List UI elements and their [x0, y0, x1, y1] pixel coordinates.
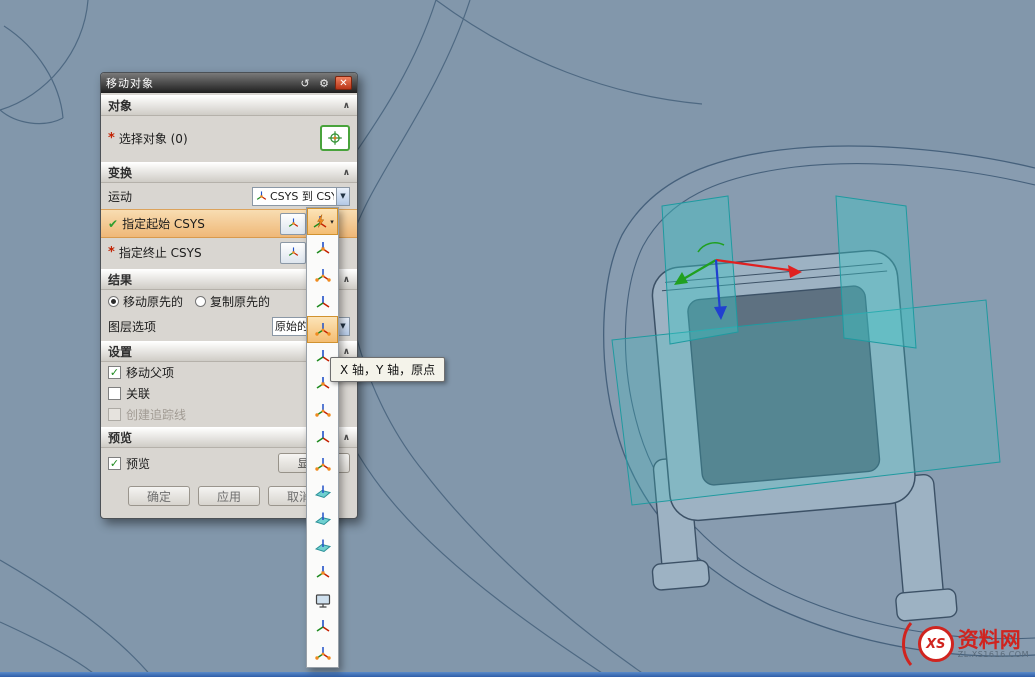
- chevron-up-icon: ∧: [343, 168, 350, 178]
- flyout-item-show-shortcuts[interactable]: [307, 640, 338, 667]
- checkbox-trace-line: [108, 408, 121, 421]
- csys-icon: [287, 246, 300, 259]
- motion-value: CSYS 到 CSY: [270, 188, 334, 204]
- z-axis-x-point-icon: [314, 402, 332, 420]
- three-planes-icon: [314, 537, 332, 555]
- required-asterisk: *: [108, 131, 115, 146]
- reset-icon[interactable]: ↺: [297, 76, 313, 90]
- x-axis-y-axis-icon: [314, 294, 332, 312]
- plane-x-axis-point-icon: [314, 510, 332, 528]
- layer-option-label: 图层选项: [108, 318, 156, 335]
- motion-combo[interactable]: CSYS 到 CSY ▼: [252, 187, 350, 206]
- watermark-logo: XS: [918, 626, 954, 662]
- flyout-item-current-view-csys[interactable]: [307, 586, 338, 613]
- section-header-object[interactable]: 对象 ∧: [101, 95, 357, 116]
- end-csys-dialog-button[interactable]: [280, 242, 306, 264]
- z-axis-y-axis-origin-icon: [314, 375, 332, 393]
- watermark: XS 资料网 ZL.XS1616.COM: [898, 621, 1029, 667]
- chevron-up-icon: ∧: [343, 433, 350, 443]
- flyout-item-three-planes[interactable]: [307, 532, 338, 559]
- trace-line-label: 创建追踪线: [126, 406, 186, 423]
- flyout-item-plane-and-vector[interactable]: [307, 478, 338, 505]
- section-object-label: 对象: [108, 97, 132, 114]
- apply-button[interactable]: 应用: [198, 486, 260, 506]
- motion-row: 运动 CSYS 到 CSY ▼: [101, 183, 357, 209]
- checkbox-preview[interactable]: ✓: [108, 457, 121, 470]
- section-header-transform[interactable]: 变换 ∧: [101, 162, 357, 183]
- flyout-item-offset-csys[interactable]: [307, 613, 338, 640]
- chevron-down-icon: ▾: [330, 218, 334, 226]
- flyout-item-dynamic[interactable]: ▾: [307, 208, 338, 235]
- show-shortcuts-icon: [314, 645, 332, 663]
- csys-to-csys-icon: [255, 190, 268, 203]
- chevron-up-icon: ∧: [343, 101, 350, 111]
- flyout-item-absolute-csys[interactable]: [307, 559, 338, 586]
- tooltip: X 轴，Y 轴，原点: [330, 357, 445, 382]
- select-object-label: 选择对象 (0): [119, 130, 188, 147]
- chevron-down-icon[interactable]: ▼: [336, 188, 349, 205]
- flyout-item-plane-x-axis-point[interactable]: [307, 505, 338, 532]
- plane-vector-icon: [314, 483, 332, 501]
- section-result-label: 结果: [108, 271, 132, 288]
- window-frame-bottom: [0, 672, 1035, 677]
- flyout-item-x-axis-y-axis-origin[interactable]: [307, 316, 338, 343]
- gear-icon[interactable]: ⚙: [316, 76, 332, 90]
- z-axis-x-axis-origin-icon: [314, 348, 332, 366]
- start-csys-dialog-button[interactable]: [280, 213, 306, 235]
- flyout-item-origin-x-point-y-point[interactable]: [307, 262, 338, 289]
- select-object-row: * 选择对象 (0): [101, 116, 357, 160]
- close-button[interactable]: ✕: [335, 76, 352, 90]
- offset-csys-icon: [314, 618, 332, 636]
- section-settings-label: 设置: [108, 343, 132, 360]
- checkbox-associative[interactable]: [108, 387, 121, 400]
- csys-type-flyout: ▾: [306, 207, 339, 668]
- crosshair-icon: [327, 130, 343, 146]
- flyout-item-x-axis-y-axis[interactable]: [307, 289, 338, 316]
- section-transform-label: 变换: [108, 164, 132, 181]
- watermark-arc: [898, 621, 914, 667]
- motion-label: 运动: [108, 188, 132, 205]
- radio-copy-original[interactable]: [195, 296, 206, 307]
- flyout-item-inferred[interactable]: [307, 235, 338, 262]
- check-icon: ✔: [108, 217, 118, 231]
- move-parent-label: 移动父项: [126, 364, 174, 381]
- point-perpendicular-curve-icon: [314, 456, 332, 474]
- section-preview-label: 预览: [108, 429, 132, 446]
- radio-copy-original-label: 复制原先的: [210, 293, 270, 310]
- checkbox-move-parent[interactable]: ✓: [108, 366, 121, 379]
- chevron-up-icon: ∧: [343, 275, 350, 285]
- current-view-csys-icon: [314, 591, 332, 609]
- application-window: 移动对象 ↺ ⚙ ✕ 对象 ∧ * 选择对象 (0) 变换 ∧ 运动 CSYS …: [0, 0, 1035, 677]
- preview-label: 预览: [126, 455, 150, 472]
- origin-points-icon: [314, 267, 332, 285]
- chevron-up-icon: ∧: [343, 347, 350, 357]
- dialog-titlebar[interactable]: 移动对象 ↺ ⚙ ✕: [101, 73, 357, 93]
- associative-label: 关联: [126, 385, 150, 402]
- x-axis-y-axis-origin-icon: [314, 321, 332, 339]
- inferred-csys-icon: [314, 240, 332, 258]
- watermark-url: ZL.XS1616.COM: [958, 651, 1029, 659]
- required-asterisk: *: [108, 245, 115, 260]
- object-csys-icon: [314, 429, 332, 447]
- radio-move-original-label: 移动原先的: [123, 293, 183, 310]
- ok-button[interactable]: 确定: [128, 486, 190, 506]
- flyout-item-z-axis-x-point[interactable]: [307, 397, 338, 424]
- dialog-title: 移动对象: [106, 75, 294, 91]
- radio-move-original[interactable]: [108, 296, 119, 307]
- absolute-csys-icon: [314, 564, 332, 582]
- csys-icon: [287, 217, 300, 230]
- end-csys-label: 指定终止 CSYS: [119, 244, 202, 261]
- flyout-item-object-csys[interactable]: [307, 424, 338, 451]
- flyout-item-point-perpendicular-to-curve[interactable]: [307, 451, 338, 478]
- select-object-button[interactable]: [320, 125, 350, 151]
- dynamic-csys-icon: [311, 213, 329, 231]
- watermark-brand: 资料网: [958, 629, 1029, 651]
- start-csys-label: 指定起始 CSYS: [122, 215, 205, 232]
